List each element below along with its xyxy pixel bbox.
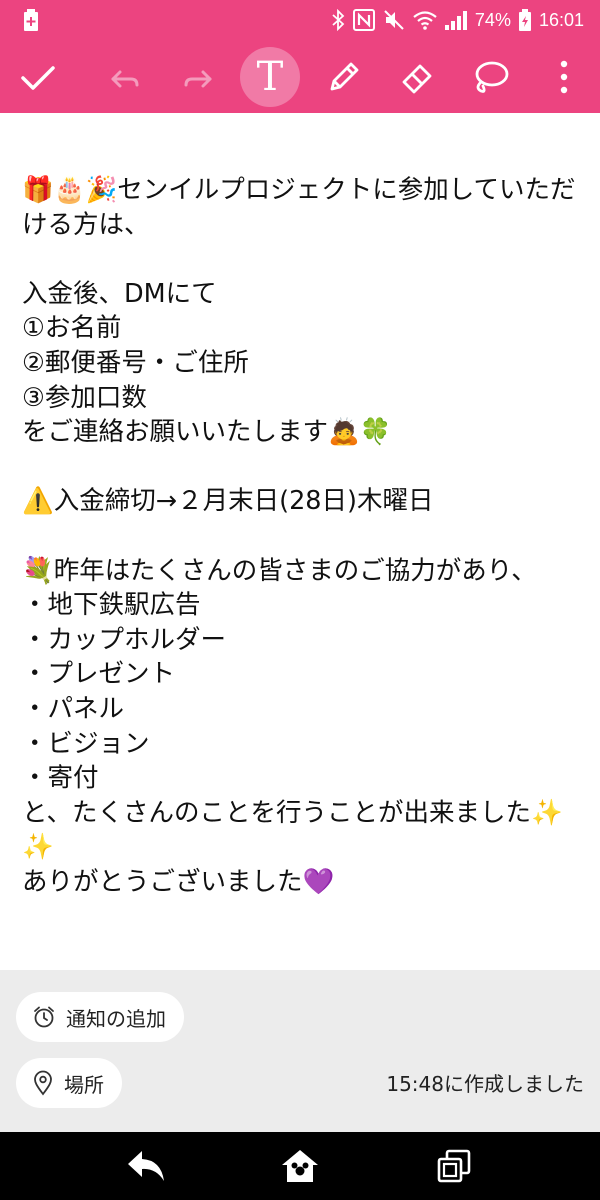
lasso-tool-button[interactable] bbox=[460, 47, 520, 107]
location-pin-icon bbox=[32, 1070, 54, 1096]
back-button[interactable] bbox=[120, 1140, 172, 1192]
add-location-button[interactable]: 場所 bbox=[16, 1058, 122, 1108]
battery-saver-icon bbox=[24, 9, 38, 31]
note-body[interactable]: 🎁🎂🎉センイルプロジェクトに参加していただける方は、 入金後、DMにて ①お名前… bbox=[0, 113, 600, 970]
bluetooth-icon bbox=[331, 9, 345, 31]
recents-icon bbox=[437, 1149, 471, 1183]
recent-apps-button[interactable] bbox=[428, 1140, 480, 1192]
signal-icon bbox=[444, 10, 467, 30]
status-icons: 74% 16:01 bbox=[331, 0, 584, 40]
done-button[interactable] bbox=[8, 47, 68, 107]
mute-icon bbox=[383, 9, 405, 31]
note-info-panel: 通知の追加 場所 15:48に作成しました bbox=[0, 970, 600, 1132]
add-reminder-button[interactable]: 通知の追加 bbox=[16, 992, 184, 1042]
created-timestamp: 15:48に作成しました bbox=[386, 1072, 584, 1096]
battery-percent: 74% bbox=[474, 9, 511, 30]
eraser-tool-button[interactable] bbox=[388, 47, 448, 107]
nfc-icon bbox=[352, 9, 375, 31]
navigation-bar bbox=[0, 1132, 600, 1200]
back-icon bbox=[126, 1149, 166, 1183]
alarm-clock-icon bbox=[32, 1005, 56, 1029]
more-icon bbox=[559, 59, 569, 95]
clock: 16:01 bbox=[538, 9, 584, 30]
redo-icon bbox=[180, 57, 220, 97]
reminder-label: 通知の追加 bbox=[66, 1006, 166, 1031]
undo-button[interactable] bbox=[93, 47, 153, 107]
lasso-icon bbox=[469, 57, 511, 97]
pen-icon bbox=[324, 57, 364, 97]
home-icon bbox=[280, 1148, 320, 1184]
undo-icon bbox=[103, 57, 143, 97]
text-icon: T bbox=[256, 54, 284, 100]
eraser-icon bbox=[398, 57, 438, 97]
redo-button[interactable] bbox=[170, 47, 230, 107]
status-bar: 74% 16:01 bbox=[0, 0, 600, 40]
location-label: 場所 bbox=[64, 1072, 104, 1097]
wifi-icon bbox=[413, 10, 437, 30]
check-icon bbox=[18, 57, 58, 97]
battery-icon bbox=[518, 9, 531, 31]
text-tool-button[interactable]: T bbox=[240, 47, 300, 107]
more-options-button[interactable] bbox=[534, 47, 594, 107]
note-toolbar: T bbox=[0, 40, 600, 113]
note-text[interactable]: 🎁🎂🎉センイルプロジェクトに参加していただける方は、 入金後、DMにて ①お名前… bbox=[22, 173, 582, 899]
home-button[interactable] bbox=[274, 1140, 326, 1192]
pen-tool-button[interactable] bbox=[314, 47, 374, 107]
